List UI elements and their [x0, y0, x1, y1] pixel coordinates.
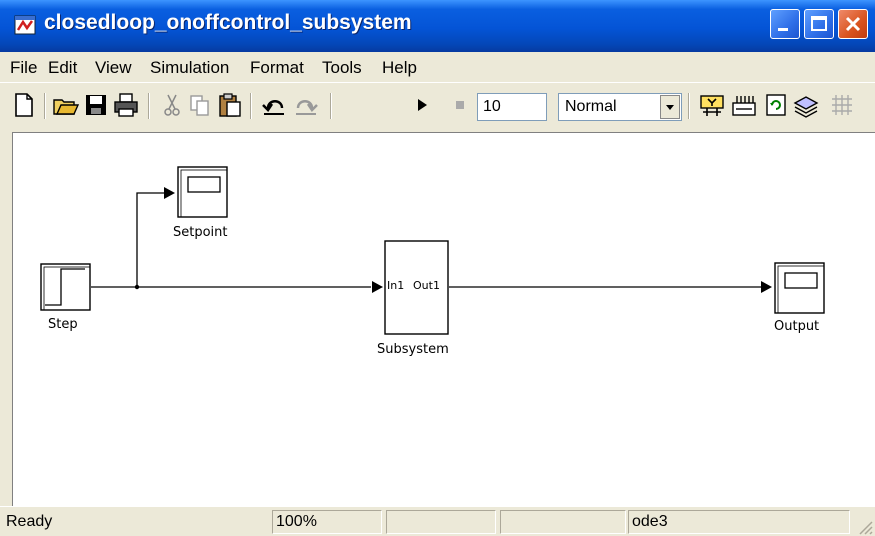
grid-icon	[832, 95, 852, 115]
menu-simulation[interactable]: Simulation	[150, 58, 229, 78]
paste-clipboard-icon	[219, 93, 241, 117]
arrowhead	[372, 281, 383, 293]
status-zoom: 100%	[272, 510, 382, 534]
toolbar-separator	[330, 93, 332, 119]
window-title: closedloop_onoffcontrol_subsystem	[44, 11, 412, 34]
toolbar: 10 Normal	[0, 82, 875, 131]
save-disk-icon	[86, 95, 106, 115]
debug-button[interactable]	[828, 91, 856, 119]
play-icon	[418, 99, 427, 111]
redo-button[interactable]	[292, 91, 320, 119]
open-button[interactable]	[52, 91, 80, 119]
signal-lines	[40, 166, 825, 335]
maximize-button[interactable]	[804, 9, 834, 39]
simulink-app-icon	[14, 15, 36, 35]
model-canvas[interactable]: Setpoint Step In1 Out1 Subsystem Output	[12, 132, 875, 506]
new-document-icon	[15, 93, 33, 117]
scissors-icon	[164, 94, 180, 116]
status-state: Ready	[6, 513, 53, 530]
undo-button[interactable]	[260, 91, 288, 119]
copy-icon	[190, 95, 209, 116]
open-folder-icon	[53, 99, 80, 115]
close-icon	[845, 16, 861, 32]
maximize-icon	[811, 16, 827, 31]
menu-format[interactable]: Format	[250, 58, 304, 78]
branch-point	[134, 284, 140, 290]
redo-icon	[296, 100, 318, 115]
refresh-button[interactable]	[762, 91, 790, 119]
toolbar-separator	[44, 93, 46, 119]
simulation-mode-select[interactable]: Normal	[558, 93, 682, 121]
simulink-window: closedloop_onoffcontrol_subsystem File E…	[0, 0, 875, 536]
output-scope-block[interactable]	[774, 262, 825, 314]
new-model-button[interactable]	[10, 91, 38, 119]
toolbar-separator	[250, 93, 252, 119]
subsystem-label: Subsystem	[377, 342, 449, 357]
output-label: Output	[774, 319, 820, 334]
build-button[interactable]	[698, 91, 726, 119]
simulation-mode-value: Normal	[565, 98, 617, 115]
toolbar-separator	[148, 93, 150, 119]
refresh-icon	[766, 94, 786, 116]
status-cell	[500, 510, 626, 534]
close-button[interactable]	[838, 9, 868, 39]
start-simulation-button[interactable]	[408, 91, 436, 119]
chevron-down-icon	[666, 105, 674, 110]
paste-button[interactable]	[216, 91, 244, 119]
copy-button[interactable]	[186, 91, 214, 119]
library-browser-button[interactable]	[730, 91, 758, 119]
status-cell	[386, 510, 496, 534]
menu-help[interactable]: Help	[382, 58, 417, 78]
dropdown-arrow-button[interactable]	[660, 95, 680, 119]
signal-line-branch[interactable]	[136, 192, 165, 287]
undo-icon	[262, 100, 284, 115]
save-button[interactable]	[82, 91, 110, 119]
status-bar: Ready 100% ode3	[0, 506, 875, 536]
menu-bar: File Edit View Simulation Format Tools H…	[0, 52, 875, 82]
title-bar[interactable]: closedloop_onoffcontrol_subsystem	[0, 0, 875, 52]
menu-tools[interactable]: Tools	[322, 58, 362, 78]
model-explorer-button[interactable]	[792, 91, 820, 119]
toolbar-separator	[688, 93, 690, 119]
menu-view[interactable]: View	[95, 58, 132, 78]
status-solver: ode3	[628, 510, 850, 534]
arrowhead	[164, 187, 175, 199]
setpoint-scope-block[interactable]	[177, 166, 228, 218]
menu-edit[interactable]: Edit	[48, 58, 77, 78]
setpoint-label: Setpoint	[173, 225, 228, 240]
printer-icon	[114, 93, 138, 117]
cut-button[interactable]	[158, 91, 186, 119]
layers-icon	[793, 96, 819, 118]
stop-time-input[interactable]: 10	[477, 93, 547, 121]
arrowhead	[761, 281, 772, 293]
resize-grip-icon[interactable]	[855, 517, 873, 535]
subsystem-inport-label: In1	[387, 279, 405, 292]
step-block[interactable]	[40, 263, 91, 311]
stop-icon	[456, 101, 464, 109]
minimize-icon	[778, 28, 788, 31]
minimize-button[interactable]	[770, 9, 800, 39]
library-icon	[732, 96, 756, 116]
subsystem-outport-label: Out1	[413, 279, 440, 292]
step-label: Step	[48, 317, 78, 332]
build-icon	[700, 95, 724, 116]
stop-simulation-button[interactable]	[446, 91, 474, 119]
menu-file[interactable]: File	[10, 58, 37, 78]
print-button[interactable]	[112, 91, 140, 119]
